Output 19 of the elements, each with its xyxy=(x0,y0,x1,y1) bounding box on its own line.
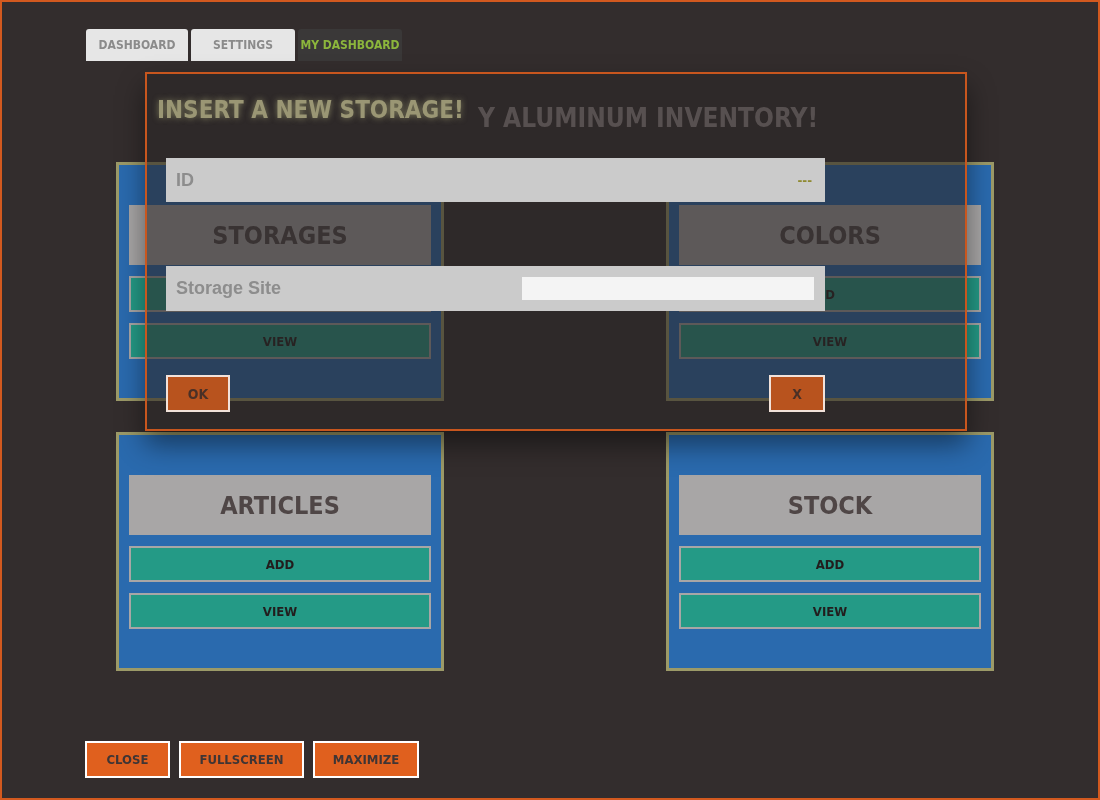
card-action-button[interactable]: ADD xyxy=(679,546,981,582)
tab[interactable]: MY DASHBOARD xyxy=(298,29,402,61)
card-action-button[interactable]: ADD xyxy=(129,546,431,582)
dialog-button[interactable]: OK xyxy=(166,375,230,412)
tab[interactable]: DASHBOARD xyxy=(86,29,188,61)
text-input-field[interactable] xyxy=(522,277,814,300)
dialog-button[interactable]: X xyxy=(769,375,825,412)
field-label: Storage Site xyxy=(176,278,282,299)
card-action-button[interactable]: VIEW xyxy=(129,593,431,629)
field-label: ID xyxy=(176,169,194,191)
tab[interactable]: SETTINGS xyxy=(191,29,295,61)
card-action-button[interactable]: VIEW xyxy=(679,593,981,629)
footer-button[interactable]: FULLSCREEN xyxy=(179,741,304,778)
footer-button[interactable]: CLOSE xyxy=(85,741,170,778)
card-title: STOCK xyxy=(679,475,981,535)
card-title: ARTICLES xyxy=(129,475,431,535)
dialog-title: INSERT A NEW STORAGE! xyxy=(157,95,464,126)
field-value: --- xyxy=(797,172,813,188)
footer-button[interactable]: MAXIMIZE xyxy=(313,741,419,778)
